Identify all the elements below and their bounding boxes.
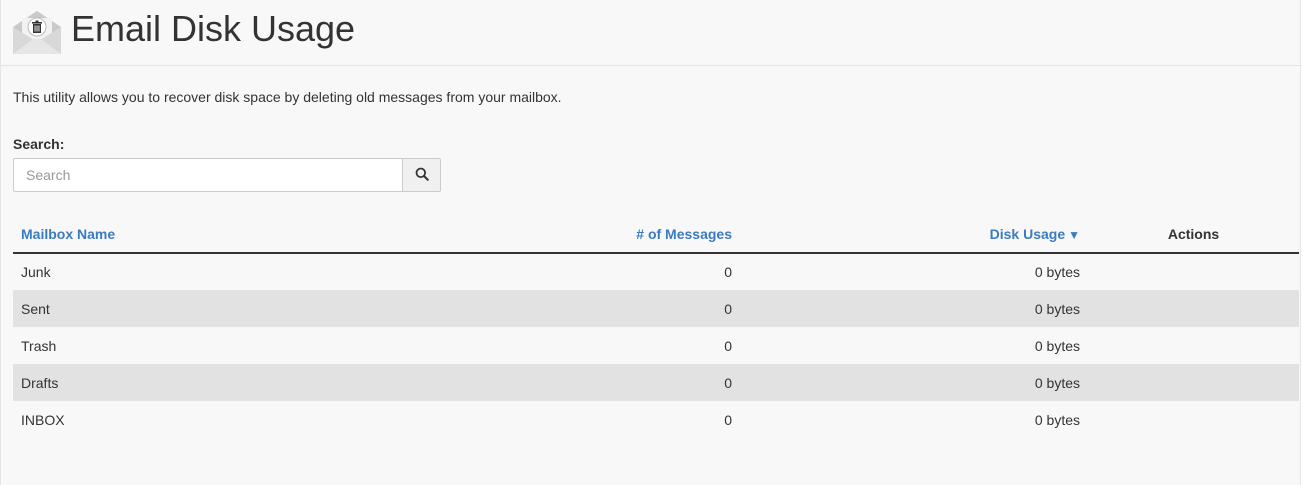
mailbox-name-cell: Drafts — [13, 364, 393, 401]
messages-count-cell: 0 — [393, 401, 740, 438]
disk-usage-cell: 0 bytes — [740, 253, 1088, 290]
main-panel: Email Disk Usage This utility allows you… — [0, 0, 1302, 485]
search-button[interactable] — [402, 158, 441, 192]
mailbox-name-cell: Junk — [13, 253, 393, 290]
column-header-actions: Actions — [1088, 216, 1299, 254]
column-header-label: Disk Usage — [989, 226, 1066, 242]
search-input[interactable] — [13, 158, 402, 192]
actions-cell — [1088, 290, 1299, 327]
messages-count-cell: 0 — [393, 290, 740, 327]
disk-usage-cell: 0 bytes — [740, 290, 1088, 327]
email-trash-icon — [12, 9, 62, 55]
actions-cell — [1088, 364, 1299, 401]
table-row: INBOX 0 0 bytes — [13, 401, 1299, 438]
search-icon — [415, 167, 429, 184]
messages-count-cell: 0 — [393, 364, 740, 401]
disk-usage-cell: 0 bytes — [740, 364, 1088, 401]
sort-descending-icon: ▼ — [1068, 228, 1080, 242]
table-row: Trash 0 0 bytes — [13, 327, 1299, 364]
search-group — [13, 158, 441, 192]
actions-cell — [1088, 327, 1299, 364]
table-row: Junk 0 0 bytes — [13, 253, 1299, 290]
mailbox-table: Mailbox Name # of Messages Disk Usage ▼ A… — [13, 216, 1299, 438]
column-header-label: Actions — [1167, 226, 1220, 242]
table-row: Sent 0 0 bytes — [13, 290, 1299, 327]
page-description: This utility allows you to recover disk … — [13, 89, 562, 105]
page-title: Email Disk Usage — [71, 8, 356, 49]
column-header-messages[interactable]: # of Messages — [393, 216, 740, 254]
disk-usage-cell: 0 bytes — [740, 327, 1088, 364]
table-header-row: Mailbox Name # of Messages Disk Usage ▼ A… — [13, 216, 1299, 254]
mailbox-name-cell: Sent — [13, 290, 393, 327]
column-header-label: Mailbox Name — [21, 226, 116, 242]
actions-cell — [1088, 401, 1299, 438]
disk-usage-cell: 0 bytes — [740, 401, 1088, 438]
page-header: Email Disk Usage — [1, 0, 1302, 66]
actions-cell — [1088, 253, 1299, 290]
column-header-disk-usage[interactable]: Disk Usage ▼ — [740, 216, 1088, 254]
search-label: Search: — [13, 136, 65, 152]
mailbox-name-cell: INBOX — [13, 401, 393, 438]
messages-count-cell: 0 — [393, 253, 740, 290]
mailbox-name-cell: Trash — [13, 327, 393, 364]
column-header-mailbox-name[interactable]: Mailbox Name — [13, 216, 393, 254]
column-header-label: # of Messages — [636, 226, 732, 242]
mailbox-table-container: Mailbox Name # of Messages Disk Usage ▼ A… — [13, 216, 1299, 438]
table-row: Drafts 0 0 bytes — [13, 364, 1299, 401]
messages-count-cell: 0 — [393, 327, 740, 364]
